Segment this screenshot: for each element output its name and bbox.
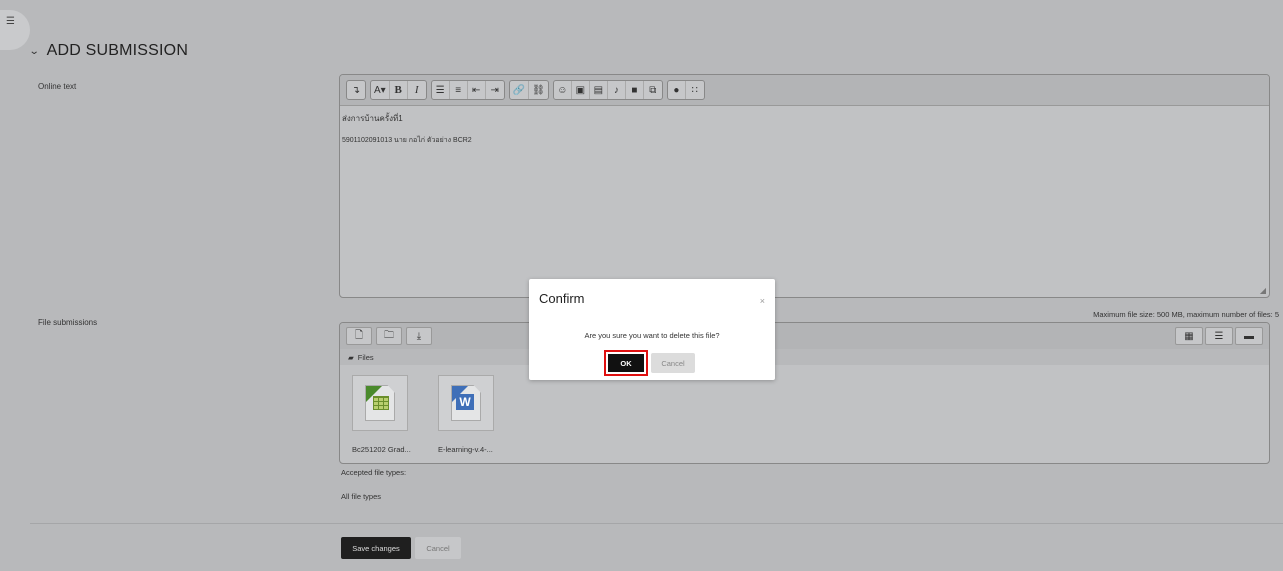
path-label: Files (357, 352, 374, 362)
tree-view-icon[interactable]: ▬ (1235, 327, 1263, 345)
accepted-types-value: All file types (341, 492, 382, 501)
equation-icon[interactable]: ∷ (686, 81, 704, 99)
link-icon[interactable]: 🔗 (510, 81, 530, 99)
file-item[interactable]: W E-learning-v.4-... (438, 375, 502, 454)
manage-files-icon[interactable]: ⧉ (644, 81, 662, 99)
accepted-types-label: Accepted file types: (341, 468, 407, 477)
editor-line-1: ส่งการบ้านครั้งที่1 (342, 114, 403, 123)
section-title: ADD SUBMISSION (46, 42, 189, 59)
ordered-list-icon[interactable]: ≡ (450, 81, 468, 99)
online-text-label: Online text (38, 82, 77, 91)
font-size-button[interactable]: A▾ (371, 81, 390, 99)
bold-button[interactable]: B (390, 81, 408, 99)
file-submissions-label: File submissions (38, 318, 98, 327)
icon-view-icon[interactable]: ▦ (1175, 327, 1203, 345)
audio-icon[interactable]: ♪ (608, 81, 626, 99)
media-icon[interactable]: ▤ (590, 81, 608, 99)
section-header[interactable]: ⌄ ADD SUBMISSION (28, 42, 189, 60)
accessibility-icon[interactable]: ● (668, 81, 686, 99)
editor-content[interactable]: ส่งการบ้านครั้งที่1 5901102091013 นาย กอ… (340, 106, 1269, 154)
file-manager-toolbar: 🗋 🗀 ⤓ ▦ ☰ ▬ (340, 323, 1269, 349)
show-more-icon[interactable]: ↴ (347, 81, 365, 99)
hamburger-icon: ☰ (6, 16, 15, 27)
list-view-icon[interactable]: ☰ (1205, 327, 1233, 345)
editor-toolbar: ↴ A▾ B I ☰ ≡ ⇤ ⇥ 🔗 ⛓ ☺ ▣ ▤ ♪ ■ ⧉ ● ∷ (340, 75, 1269, 106)
dialog-message: Are you sure you want to delete this fil… (584, 331, 720, 340)
ok-label: OK (608, 354, 644, 372)
add-file-icon[interactable]: 🗋 (346, 327, 372, 345)
emoji-icon[interactable]: ☺ (554, 81, 572, 99)
unlink-icon[interactable]: ⛓ (529, 81, 548, 99)
online-text-editor[interactable]: ↴ A▾ B I ☰ ≡ ⇤ ⇥ 🔗 ⛓ ☺ ▣ ▤ ♪ ■ ⧉ ● ∷ ส่ง… (339, 74, 1270, 298)
image-icon[interactable]: ▣ (572, 81, 590, 99)
indent-icon[interactable]: ⇥ (486, 81, 504, 99)
file-path[interactable]: ▰ Files (340, 349, 1269, 365)
resize-handle-icon[interactable]: ◢ (1260, 286, 1266, 295)
outdent-icon[interactable]: ⇤ (468, 81, 486, 99)
divider (30, 523, 1283, 524)
ok-button[interactable]: OK (604, 350, 648, 376)
close-icon[interactable]: × (760, 296, 765, 306)
video-icon[interactable]: ■ (626, 81, 644, 99)
folder-icon: ▰ (348, 352, 354, 362)
editor-line-2: 5901102091013 นาย กอไก่ ตัวอย่าง BCR2 (342, 137, 472, 144)
file-list: Bc251202 Grad... W E-learning-v.4-... (340, 365, 1269, 454)
cancel-button[interactable]: Cancel (415, 537, 461, 559)
dialog-title: Confirm (539, 291, 585, 306)
file-name: E-learning-v.4-... (438, 445, 493, 454)
unordered-list-icon[interactable]: ☰ (432, 81, 450, 99)
word-file-icon: W (438, 375, 494, 431)
file-manager: 🗋 🗀 ⤓ ▦ ☰ ▬ ▰ Files Bc251202 Grad... W E… (339, 322, 1270, 464)
dialog-cancel-button[interactable]: Cancel (651, 353, 695, 373)
file-item[interactable]: Bc251202 Grad... (352, 375, 416, 454)
download-icon[interactable]: ⤓ (406, 327, 432, 345)
italic-button[interactable]: I (408, 81, 426, 99)
file-name: Bc251202 Grad... (352, 445, 411, 454)
save-changes-button[interactable]: Save changes (341, 537, 411, 559)
chevron-down-icon: ⌄ (28, 45, 40, 57)
create-folder-icon[interactable]: 🗀 (376, 327, 402, 345)
spreadsheet-file-icon (352, 375, 408, 431)
drawer-toggle[interactable]: ☰ (0, 10, 30, 50)
max-file-size-note: Maximum file size: 500 MB, maximum numbe… (1093, 310, 1279, 319)
